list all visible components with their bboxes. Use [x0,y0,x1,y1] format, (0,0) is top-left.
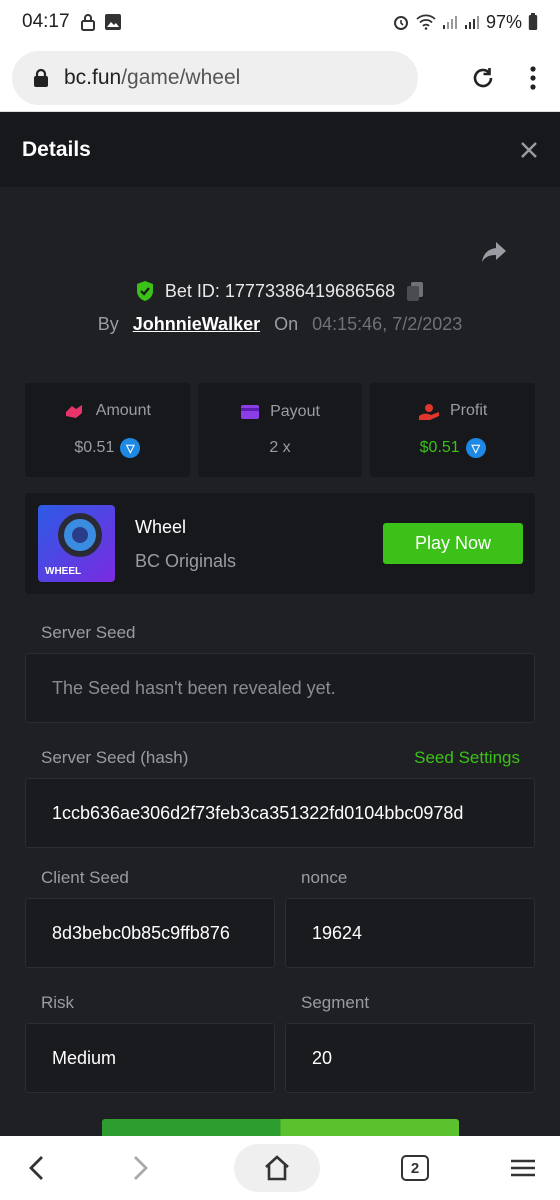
overflow-menu-icon[interactable] [530,65,536,90]
stats-row: Amount $0.51 ▽ Payout 2 x Profit $0.51 ▽ [25,383,536,477]
payout-icon [241,405,260,419]
bet-id: Bet ID: 17773386419686568 [164,280,396,301]
amount-icon [65,405,82,418]
verify-button-partial[interactable] [102,1119,459,1136]
amount-value: $0.51 [74,439,115,456]
client-seed-field[interactable]: 8d3bebc0b85c9ffb876 [25,898,275,968]
forward-icon[interactable] [129,1154,153,1182]
alarm-icon [393,16,408,30]
share-icon[interactable] [480,240,508,264]
server-seed-hash-label: Server Seed (hash) [41,748,189,767]
signal-icon-2 [464,16,479,29]
seed-settings-link[interactable]: Seed Settings [414,748,520,768]
lock-icon [80,14,95,31]
nonce-label: nonce [301,868,348,887]
client-seed-label: Client Seed [41,868,129,887]
amount-label: Amount [95,402,151,419]
profit-label: Profit [450,402,488,419]
url-path: /game/wheel [121,65,241,89]
wheel-game-thumbnail[interactable]: WHEEL [38,505,115,582]
profit-card: Profit $0.51 ▽ [370,383,536,477]
verified-shield-icon [136,281,153,301]
amount-card: Amount $0.51 ▽ [25,383,190,477]
thumbnail-text: WHEEL [45,566,82,577]
tab-switcher-button[interactable]: 2 [401,1155,429,1181]
username-link[interactable]: JohnnieWalker [133,314,260,335]
battery-icon [528,13,538,30]
server-seed-field[interactable]: The Seed hasn't been revealed yet. [25,653,535,723]
url-host: bc.fun [64,65,122,89]
profit-icon [419,404,439,420]
image-icon [104,14,121,30]
payout-label: Payout [270,403,320,420]
address-bar[interactable]: bc.fun/game/wheel [12,50,418,105]
status-bar: 04:17 97% [0,0,560,44]
segment-field[interactable]: 20 [285,1023,535,1093]
close-icon[interactable] [520,141,538,159]
game-provider: BC Originals [135,551,237,571]
segment-label: Segment [301,993,370,1012]
battery-percent: 97% [485,11,522,32]
payout-value: 2 x [269,439,291,456]
profit-value: $0.51 [419,439,460,456]
menu-icon[interactable] [510,1158,536,1178]
risk-label: Risk [41,993,75,1012]
server-seed-label: Server Seed [41,623,136,642]
nonce-field[interactable]: 19624 [285,898,535,968]
risk-field[interactable]: Medium [25,1023,275,1093]
author-row: By JohnnieWalker On 04:15:46, 7/2/2023 [0,314,560,335]
bet-datetime: 04:15:46, 7/2/2023 [312,314,463,334]
bet-details-modal: Details Bet ID: 17773386419686568 By Joh… [0,112,560,1136]
play-now-button[interactable]: Play Now [383,523,523,564]
home-button[interactable] [234,1144,320,1192]
tron-coin-icon: ▽ [465,438,486,458]
secure-lock-icon [34,68,48,87]
game-name: Wheel [135,517,187,537]
payout-card: Payout 2 x [197,383,363,477]
signal-icon [442,16,457,29]
status-time: 04:17 [22,11,70,32]
home-icon [265,1155,289,1181]
bet-id-row: Bet ID: 17773386419686568 [0,280,560,302]
on-label: On [274,314,299,334]
game-card: WHEEL Wheel BC Originals Play Now [25,493,535,594]
modal-header: Details [0,112,560,187]
browser-nav-bar: 2 [0,1136,560,1200]
tron-coin-icon: ▽ [120,438,141,458]
wifi-icon [416,14,436,30]
copy-icon[interactable] [405,280,425,302]
browser-toolbar: bc.fun/game/wheel [0,44,560,112]
server-seed-hash-field[interactable]: 1ccb636ae306d2f73feb3ca351322fd0104bbc09… [25,778,535,848]
by-label: By [97,314,119,334]
wheel-graphic [58,513,102,557]
reload-icon[interactable] [470,65,496,91]
modal-title: Details [22,137,91,161]
back-icon[interactable] [24,1154,48,1182]
